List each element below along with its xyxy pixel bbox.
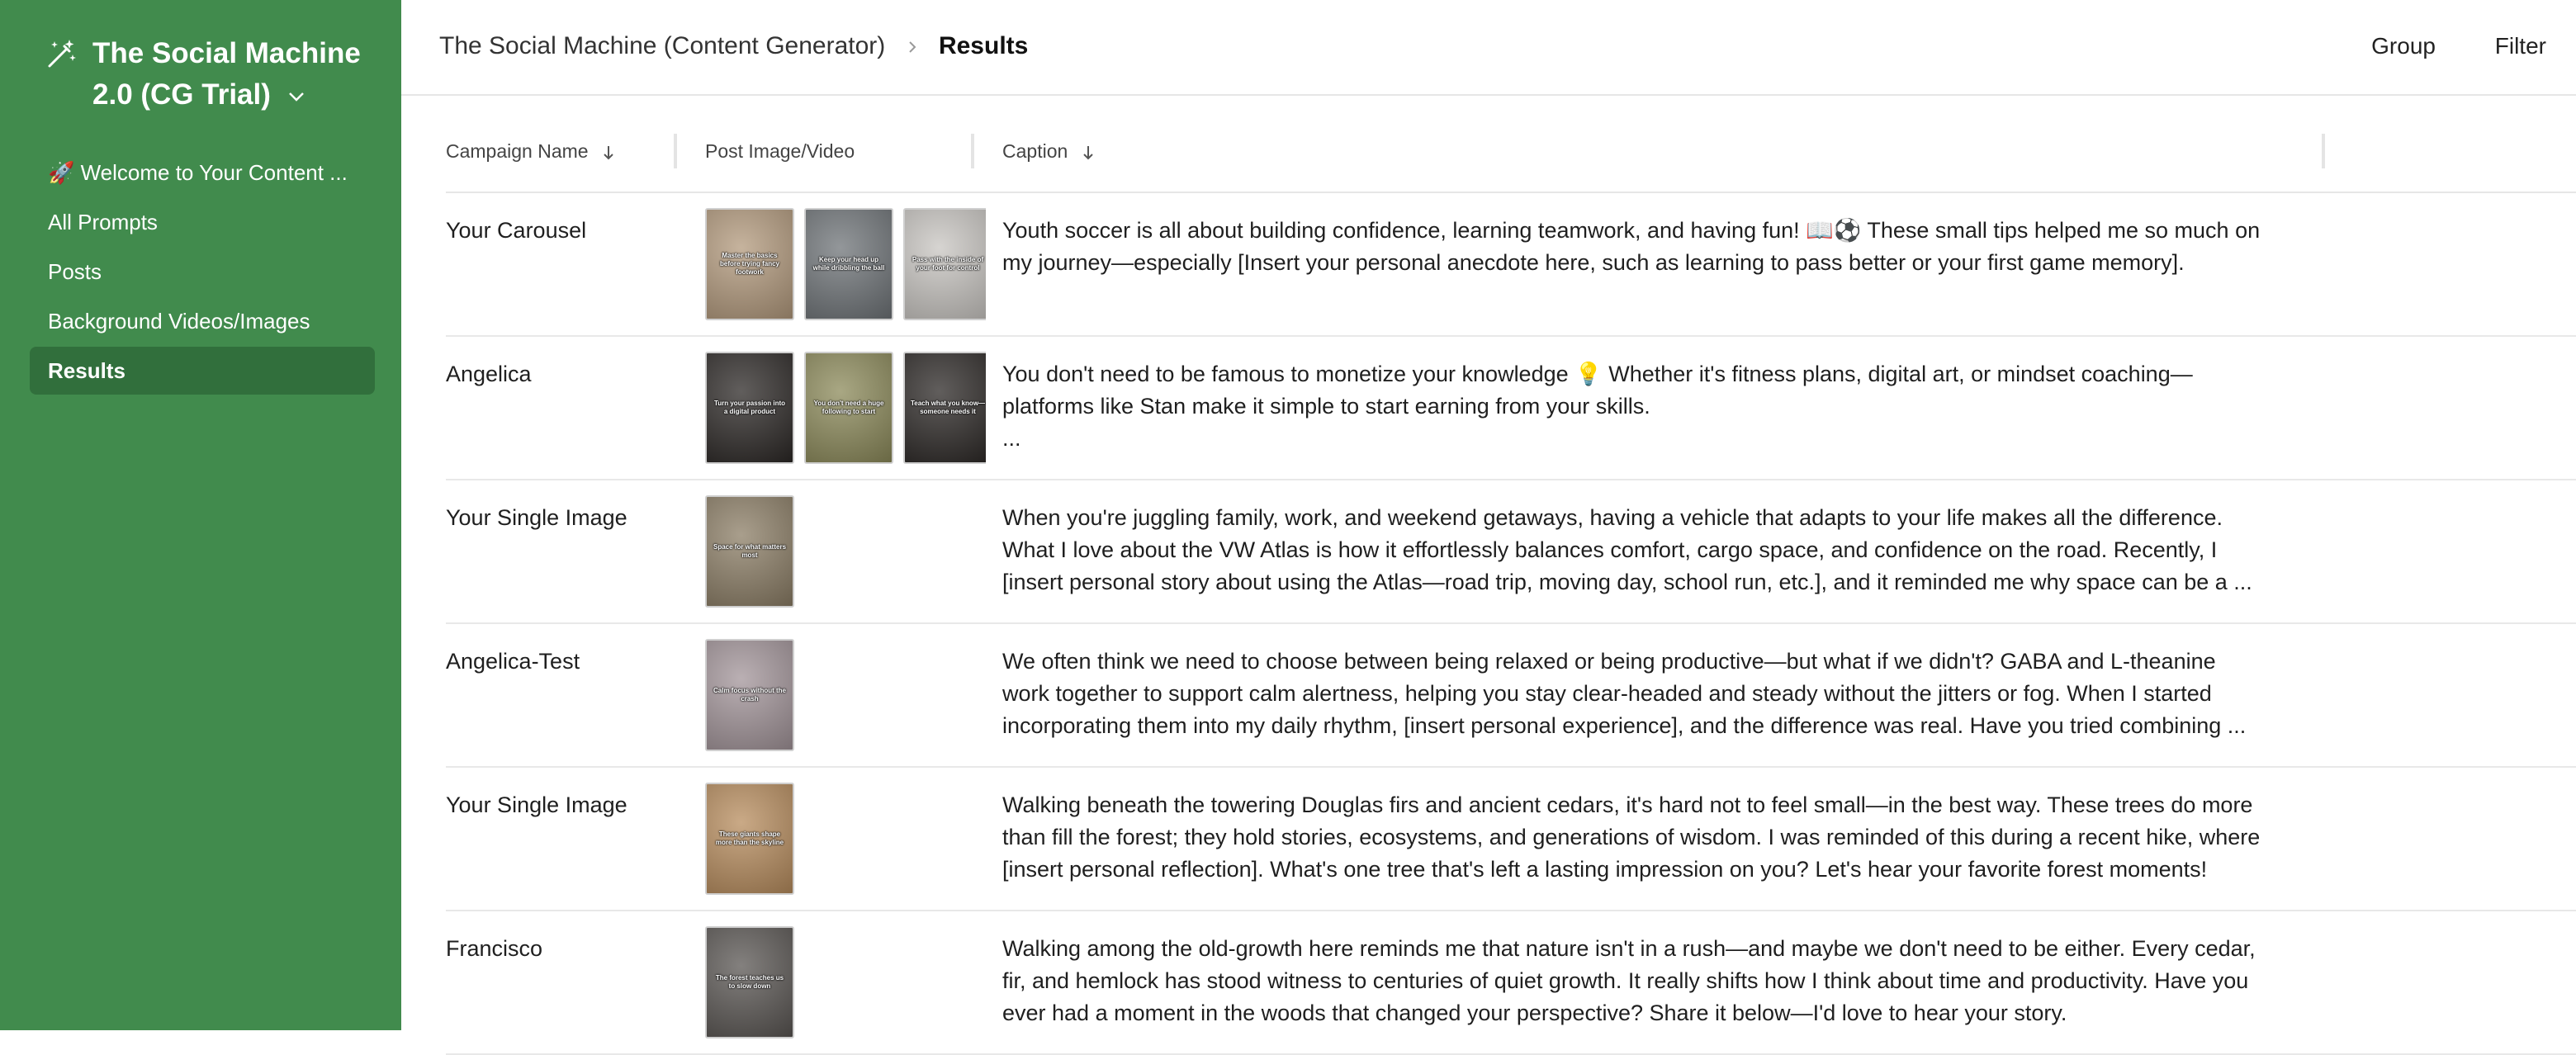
caption-line: You don't need to be famous to monetize …	[1002, 362, 2193, 386]
thumbnail-overlay-text: Space for what matters most	[713, 543, 787, 559]
campaign-name-cell: Francisco	[446, 936, 543, 961]
caption-line: ...	[1002, 426, 1021, 451]
column-header-post-image[interactable]: Post Image/Video	[705, 137, 855, 165]
caption-line: We often think we need to choose between…	[1002, 649, 2216, 674]
post-media-cell: The forest teaches us to slow down	[705, 926, 986, 1040]
caption-line: work together to support calm alertness,…	[1002, 681, 2212, 706]
post-thumbnail[interactable]: Master the basics before trying fancy fo…	[705, 208, 794, 320]
post-media-cell: Master the basics before trying fancy fo…	[705, 208, 986, 322]
thumbnail-overlay-text: The forest teaches us to slow down	[715, 974, 784, 990]
post-thumbnail[interactable]: These giants shape more than the skyline	[705, 783, 794, 895]
sidebar-nav: 🚀 Welcome to Your Content ... All Prompt…	[30, 149, 375, 396]
post-thumbnail[interactable]: Pass with the inside of your foot for co…	[903, 208, 986, 320]
campaign-name-cell: Your Single Image	[446, 792, 627, 817]
top-bar: The Social Machine (Content Generator) R…	[401, 0, 2576, 96]
app-title-line1: The Social Machine	[92, 37, 361, 69]
caption-line: Walking among the old-growth here remind…	[1002, 936, 2256, 961]
caption-cell: Walking beneath the towering Douglas fir…	[1002, 789, 2299, 886]
breadcrumb-parent[interactable]: The Social Machine (Content Generator)	[439, 32, 885, 59]
table-row[interactable]: Your Single Image These giants shape more…	[446, 768, 2576, 911]
thumbnail-overlay-text: Calm focus without the crash	[713, 687, 786, 703]
caption-line: than fill the forest; they hold stories,…	[1002, 825, 2261, 849]
caption-cell: Youth soccer is all about building confi…	[1002, 215, 2299, 279]
thumbnail-overlay-text: These giants shape more than the skyline	[715, 830, 784, 846]
column-resize-handle[interactable]	[2322, 134, 2325, 168]
table-row[interactable]: Angelica Turn your passion into a digital…	[446, 337, 2576, 480]
sidebar-item-results[interactable]: Results	[30, 347, 375, 395]
app-title: The Social Machine 2.0 (CG Trial)	[92, 33, 406, 116]
sort-down-icon[interactable]	[602, 144, 615, 161]
campaign-name-cell: Your Single Image	[446, 505, 627, 530]
caption-line: [insert personal story about using the A…	[1002, 570, 2252, 594]
campaign-name-cell: Your Carousel	[446, 218, 587, 243]
caption-line: When you're juggling family, work, and w…	[1002, 505, 2223, 530]
post-media-cell: Calm focus without the crash	[705, 639, 986, 753]
column-header-caption[interactable]: Caption	[1002, 137, 1095, 165]
table-row[interactable]: Your Carousel Master the basics before tr…	[446, 193, 2576, 337]
page-title: Results	[938, 32, 1029, 59]
sidebar-item-welcome[interactable]: 🚀 Welcome to Your Content ...	[30, 149, 375, 196]
column-resize-handle[interactable]	[971, 134, 974, 168]
chevron-right-icon	[908, 41, 916, 53]
sidebar-item-all-prompts[interactable]: All Prompts	[30, 198, 375, 246]
column-label: Post Image/Video	[705, 140, 855, 162]
sort-down-icon[interactable]	[1082, 144, 1095, 161]
caption-line: What I love about the VW Atlas is how it…	[1002, 537, 2218, 562]
sidebar: The Social Machine 2.0 (CG Trial) 🚀 Welc…	[0, 0, 401, 1030]
group-button[interactable]: Group	[2371, 33, 2436, 59]
post-thumbnail[interactable]: Keep your head up while dribbling the ba…	[804, 208, 893, 320]
campaign-name-cell: Angelica	[446, 362, 532, 386]
thumbnail-overlay-text: Teach what you know—someone needs it	[910, 400, 986, 415]
breadcrumb: The Social Machine (Content Generator) R…	[439, 30, 1028, 63]
caption-line: [insert personal reflection]. What's one…	[1002, 857, 2208, 882]
caption-line: platforms like Stan make it simple to st…	[1002, 394, 1650, 419]
table-row[interactable]: Angelica-Test Calm focus without the cras…	[446, 624, 2576, 768]
caption-line: fir, and hemlock has stood witness to ce…	[1002, 968, 2249, 993]
post-thumbnail[interactable]: You don't need a huge following to start	[804, 352, 893, 464]
app-title-line2: 2.0 (CG Trial)	[92, 78, 271, 111]
caption-cell: We often think we need to choose between…	[1002, 646, 2299, 742]
caption-cell: You don't need to be famous to monetize …	[1002, 358, 2299, 455]
post-media-cell: These giants shape more than the skyline	[705, 783, 986, 897]
post-media-cell: Turn your passion into a digital product…	[705, 352, 986, 466]
campaign-name-cell: Angelica-Test	[446, 649, 580, 674]
magic-wand-icon	[48, 40, 76, 68]
toolbar: Group Filter	[2318, 30, 2546, 63]
caption-cell: Walking among the old-growth here remind…	[1002, 933, 2299, 1029]
thumbnail-overlay-text: You don't need a huge following to start	[813, 400, 884, 415]
post-thumbnail[interactable]: The forest teaches us to slow down	[705, 926, 794, 1038]
results-table: Campaign Name Post Image/Video Caption Y…	[401, 96, 2576, 1055]
caption-line: ever had a moment in the woods that chan…	[1002, 1001, 2067, 1025]
column-label: Campaign Name	[446, 140, 589, 162]
caption-line: Youth soccer is all about building confi…	[1002, 218, 2261, 243]
table-row[interactable]: Your Single Image Space for what matters …	[446, 480, 2576, 624]
column-label: Caption	[1002, 140, 1068, 162]
post-thumbnail[interactable]: Space for what matters most	[705, 495, 794, 608]
thumbnail-overlay-text: Turn your passion into a digital product	[713, 400, 786, 415]
filter-button[interactable]: Filter	[2495, 33, 2546, 59]
caption-line: incorporating them into my daily rhythm,…	[1002, 713, 2247, 738]
column-resize-handle[interactable]	[674, 134, 677, 168]
thumbnail-overlay-text: Keep your head up while dribbling the ba…	[812, 256, 885, 272]
post-media-cell: Space for what matters most	[705, 495, 986, 609]
post-thumbnail[interactable]: Turn your passion into a digital product	[705, 352, 794, 464]
post-thumbnail[interactable]: Teach what you know—someone needs it	[903, 352, 986, 464]
chevron-down-icon[interactable]	[287, 91, 305, 102]
sidebar-item-posts[interactable]: Posts	[30, 248, 375, 296]
caption-line: my journey—especially [Insert your perso…	[1002, 250, 2185, 275]
thumbnail-overlay-text: Master the basics before trying fancy fo…	[719, 252, 779, 276]
table-row[interactable]: Francisco The forest teaches us to slow d…	[446, 911, 2576, 1055]
caption-cell: When you're juggling family, work, and w…	[1002, 502, 2299, 598]
sidebar-item-background-media[interactable]: Background Videos/Images	[30, 297, 375, 345]
thumbnail-overlay-text: Pass with the inside of your foot for co…	[912, 256, 984, 272]
table-header: Campaign Name Post Image/Video Caption	[446, 124, 2576, 193]
caption-line: Walking beneath the towering Douglas fir…	[1002, 792, 2253, 817]
post-thumbnail[interactable]: Calm focus without the crash	[705, 639, 794, 751]
column-header-campaign-name[interactable]: Campaign Name	[446, 137, 615, 165]
